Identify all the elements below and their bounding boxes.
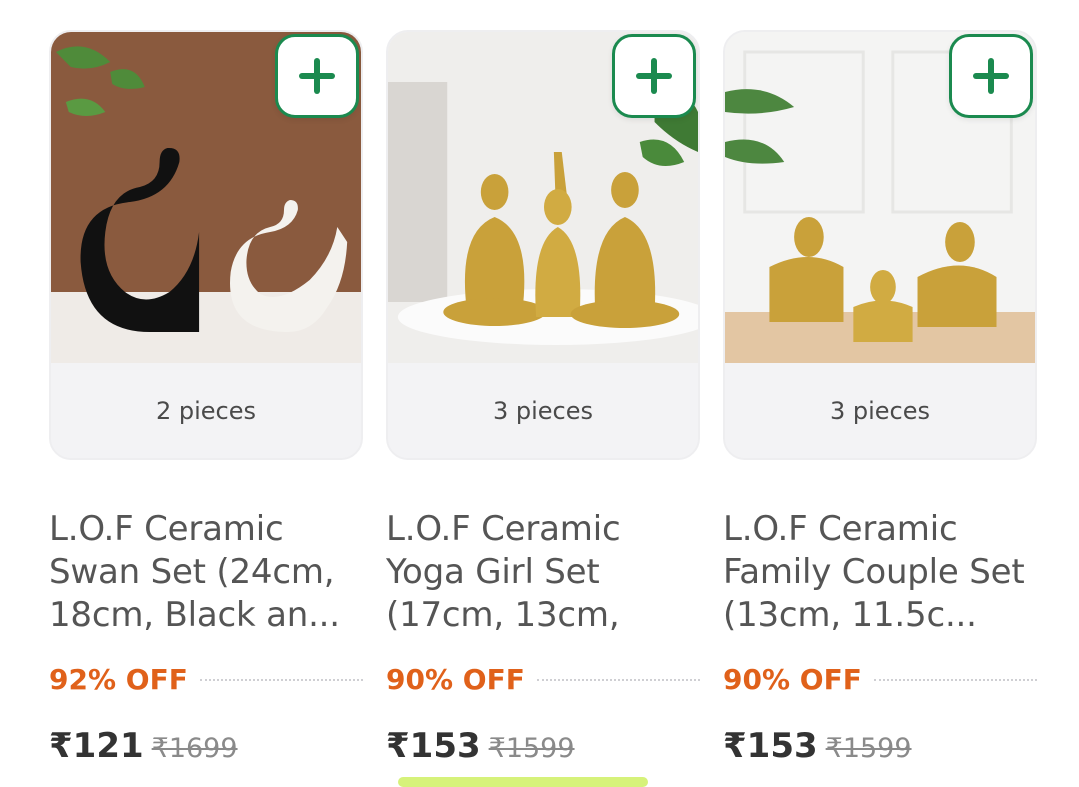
product-card-family-set[interactable]: 3 pieces L.O.F Ceramic Family Couple Set… [723,30,1037,766]
product-media[interactable]: 2 pieces [49,30,363,460]
dotted-divider [536,678,700,681]
sale-price: ₹153 [723,726,818,766]
product-media[interactable]: 3 pieces [723,30,1037,460]
product-card-swan-set[interactable]: 2 pieces L.O.F Ceramic Swan Set (24cm, 1… [49,30,363,766]
discount-label: 90% OFF [723,663,862,696]
discount-label: 90% OFF [386,663,525,696]
plus-icon [636,58,672,94]
product-media[interactable]: 3 pieces [386,30,700,460]
original-price: ₹1699 [151,733,238,764]
add-to-cart-button[interactable] [612,34,696,118]
pieces-label: 2 pieces [51,363,361,458]
add-to-cart-button[interactable] [949,34,1033,118]
dotted-divider [873,678,1037,681]
original-price: ₹1599 [488,733,575,764]
plus-icon [299,58,335,94]
product-title[interactable]: L.O.F Ceramic Family Couple Set (13cm, 1… [723,508,1037,637]
pieces-label: 3 pieces [725,363,1035,458]
product-title[interactable]: L.O.F Ceramic Yoga Girl Set (17cm, 13cm,… [386,508,700,637]
sale-price: ₹121 [49,726,144,766]
dotted-divider [199,678,363,681]
discount-label: 92% OFF [49,663,188,696]
sale-price: ₹153 [386,726,481,766]
bottom-action-bar-edge[interactable] [398,777,648,787]
original-price: ₹1599 [825,733,912,764]
product-card-yoga-set[interactable]: 3 pieces L.O.F Ceramic Yoga Girl Set (17… [386,30,700,766]
pieces-label: 3 pieces [388,363,698,458]
add-to-cart-button[interactable] [275,34,359,118]
plus-icon [973,58,1009,94]
product-title[interactable]: L.O.F Ceramic Swan Set (24cm, 18cm, Blac… [49,508,363,637]
